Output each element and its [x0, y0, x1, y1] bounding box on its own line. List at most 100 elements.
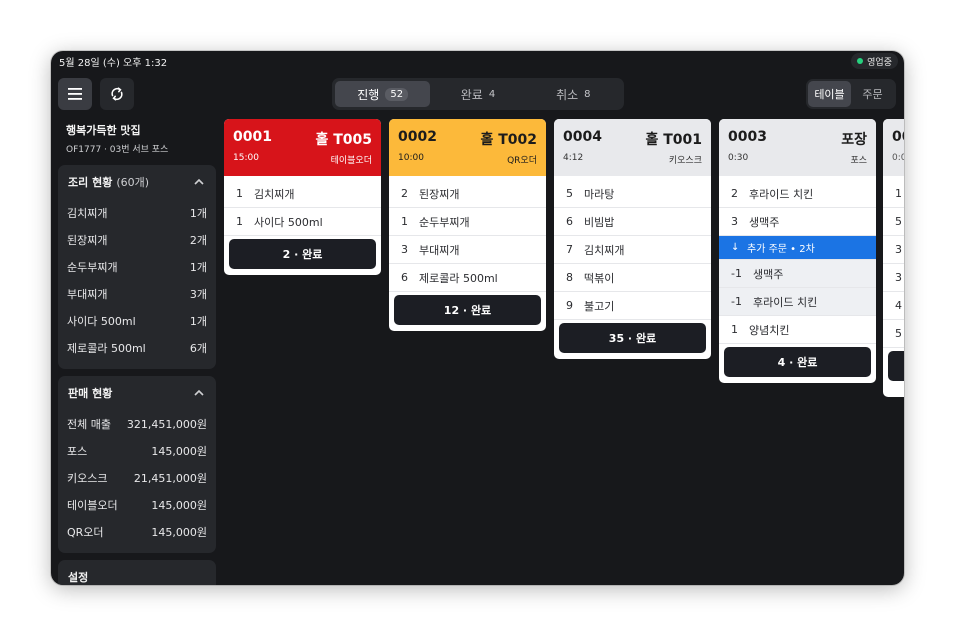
order-card[interactable]: 0003 포장 0:30 포스 2 후라이드 치킨 3 생맥주 ↓ 추가 주문 • 2차 -1 생맥주…: [719, 119, 876, 383]
item-name: 비빔밥: [584, 215, 615, 229]
order-item[interactable]: 2 된장찌개: [389, 180, 546, 208]
order-item[interactable]: -1 후라이드 치킨: [719, 288, 876, 316]
view-table-button[interactable]: 테이블: [808, 81, 851, 107]
order-item[interactable]: 6 비빔밥: [554, 208, 711, 236]
order-item[interactable]: 5: [883, 208, 904, 236]
complete-button[interactable]: 2 · 완료: [229, 239, 376, 269]
app-window: 5월 28일 (수) 오후 1:32 영업중 진행 52 완료 4 취소 8 테…: [51, 51, 904, 585]
complete-button[interactable]: 12 · 완료: [394, 295, 541, 325]
item-name: 후라이드 치킨: [749, 187, 814, 201]
order-item[interactable]: 3 부대찌개: [389, 236, 546, 264]
item-qty: 7: [566, 243, 573, 256]
order-item[interactable]: 3 생맥주: [719, 208, 876, 236]
sales-status-title: 판매 현황: [68, 387, 113, 400]
order-item[interactable]: 1 사이다 500ml: [224, 208, 381, 236]
menu-name: 제로콜라 500ml: [67, 341, 146, 355]
table-label: 포장: [841, 132, 867, 148]
order-item[interactable]: 5 마라탕: [554, 180, 711, 208]
order-card[interactable]: 0002 홀 T002 10:00 QR오더 2 된장찌개 1 순두부찌개 3 부대찌개 6 제로콜라…: [389, 119, 546, 331]
order-item[interactable]: 3: [883, 264, 904, 292]
cooking-list: 김치찌개 1개 된장찌개 2개 순두부찌개 1개 부대찌개 3개 사이다 500ml 1개 제로콜라…: [58, 199, 216, 361]
chevron-up-icon: [194, 178, 204, 185]
order-card-header: 0001 홀 T005 15:00 테이블오더: [224, 119, 381, 176]
tab-count: 4: [488, 88, 496, 100]
sync-button[interactable]: [100, 78, 134, 110]
complete-button[interactable]: 35 · 완료: [559, 323, 706, 353]
menu-count: 1개: [189, 314, 207, 328]
menu-count: 1개: [189, 260, 207, 274]
order-source: QR오더: [507, 156, 537, 166]
complete-button[interactable]: [888, 351, 904, 381]
order-item[interactable]: 1 김치찌개: [224, 180, 381, 208]
tab-count: 8: [584, 88, 591, 100]
settings-panel[interactable]: 설정: [58, 560, 216, 585]
order-item[interactable]: 1 양념치킨: [719, 316, 876, 344]
order-number: 0002: [398, 129, 437, 145]
status-bar: 5월 28일 (수) 오후 1:32 영업중: [51, 51, 904, 71]
cooking-status-header[interactable]: 조리 현황 (60개): [58, 165, 216, 199]
sales-channel: 포스: [67, 444, 88, 458]
order-item[interactable]: 4: [883, 292, 904, 320]
panel-title-text: 조리 현황: [68, 176, 113, 189]
item-qty: 1: [731, 323, 738, 336]
cooking-row: 제로콜라 500ml 6개: [58, 334, 216, 361]
order-item[interactable]: 8 떡볶이: [554, 264, 711, 292]
order-items: 2 후라이드 치킨 3 생맥주 ↓ 추가 주문 • 2차 -1 생맥주 -1 후라이드 치킨 1 양념…: [719, 176, 876, 377]
order-item[interactable]: 9 불고기: [554, 292, 711, 320]
item-qty: 1: [236, 215, 243, 228]
sales-amount: 321,451,000원: [126, 417, 207, 431]
sales-amount: 145,000원: [151, 525, 207, 539]
tab-completed[interactable]: 완료 4: [430, 81, 525, 107]
cooking-total: (60개): [116, 176, 150, 189]
menu-count: 2개: [189, 233, 207, 247]
order-item[interactable]: -1 생맥주: [719, 260, 876, 288]
order-card-partial[interactable]: 00 0:0 1 5 3 3 4 5: [883, 119, 904, 397]
item-qty: 3: [731, 215, 738, 228]
settings-title: 설정: [68, 571, 89, 584]
tab-label: 취소: [556, 87, 579, 102]
order-item[interactable]: 3: [883, 236, 904, 264]
item-qty: -1: [731, 267, 742, 280]
order-item[interactable]: 5: [883, 320, 904, 348]
item-name: 마라탕: [584, 187, 615, 201]
cooking-status-title: 조리 현황 (60개): [68, 174, 149, 190]
order-item[interactable]: 2 후라이드 치킨: [719, 180, 876, 208]
tab-count: 52: [385, 87, 409, 101]
sales-channel: 전체 매출: [67, 417, 111, 431]
order-item[interactable]: 7 김치찌개: [554, 236, 711, 264]
item-qty: 1: [236, 187, 243, 200]
order-card[interactable]: 0001 홀 T005 15:00 테이블오더 1 김치찌개 1 사이다 500ml 2 · 완…: [224, 119, 381, 275]
order-items: 1 김치찌개 1 사이다 500ml 2 · 완료: [224, 176, 381, 269]
item-name: 김치찌개: [254, 187, 295, 201]
tab-cancelled[interactable]: 취소 8: [526, 81, 621, 107]
menu-button[interactable]: [58, 78, 92, 110]
menu-count: 6개: [189, 341, 207, 355]
sales-status-header[interactable]: 판매 현황: [58, 376, 216, 410]
sales-row: QR오더 145,000원: [58, 518, 216, 545]
item-qty: 1: [895, 187, 902, 200]
additional-order-label: 추가 주문 • 2차: [747, 244, 815, 255]
item-name: 부대찌개: [419, 243, 460, 257]
order-card[interactable]: 0004 홀 T001 4:12 키오스크 5 마라탕 6 비빔밥 7 김치찌개 8 떡볶이 9 불고기 3…: [554, 119, 711, 359]
order-card-header: 0002 홀 T002 10:00 QR오더: [389, 119, 546, 176]
order-number: 0003: [728, 129, 767, 145]
order-items: 1 5 3 3 4 5: [883, 176, 904, 381]
order-elapsed-time: 10:00: [398, 153, 424, 163]
cooking-status-panel: 조리 현황 (60개) 김치찌개 1개 된장찌개 2개 순두부찌개 1개 부대찌개 3개 사이다 …: [58, 165, 216, 369]
status-badge: 영업중: [851, 53, 898, 69]
order-item[interactable]: 1 순두부찌개: [389, 208, 546, 236]
item-qty: 3: [895, 271, 902, 284]
order-elapsed-time: 0:0: [892, 153, 904, 163]
item-name: 양념치킨: [749, 323, 790, 337]
item-name: 떡볶이: [584, 271, 615, 285]
order-item[interactable]: 1: [883, 180, 904, 208]
view-order-button[interactable]: 주문: [851, 81, 894, 107]
tab-in-progress[interactable]: 진행 52: [335, 81, 431, 107]
order-item[interactable]: 6 제로콜라 500ml: [389, 264, 546, 292]
complete-button[interactable]: 4 · 완료: [724, 347, 871, 377]
sales-amount: 145,000원: [151, 498, 207, 512]
order-elapsed-time: 15:00: [233, 153, 259, 163]
cooking-row: 김치찌개 1개: [58, 199, 216, 226]
sales-status-panel: 판매 현황 전체 매출 321,451,000원 포스 145,000원 키오스크 21,…: [58, 376, 216, 553]
item-qty: 2: [731, 187, 738, 200]
